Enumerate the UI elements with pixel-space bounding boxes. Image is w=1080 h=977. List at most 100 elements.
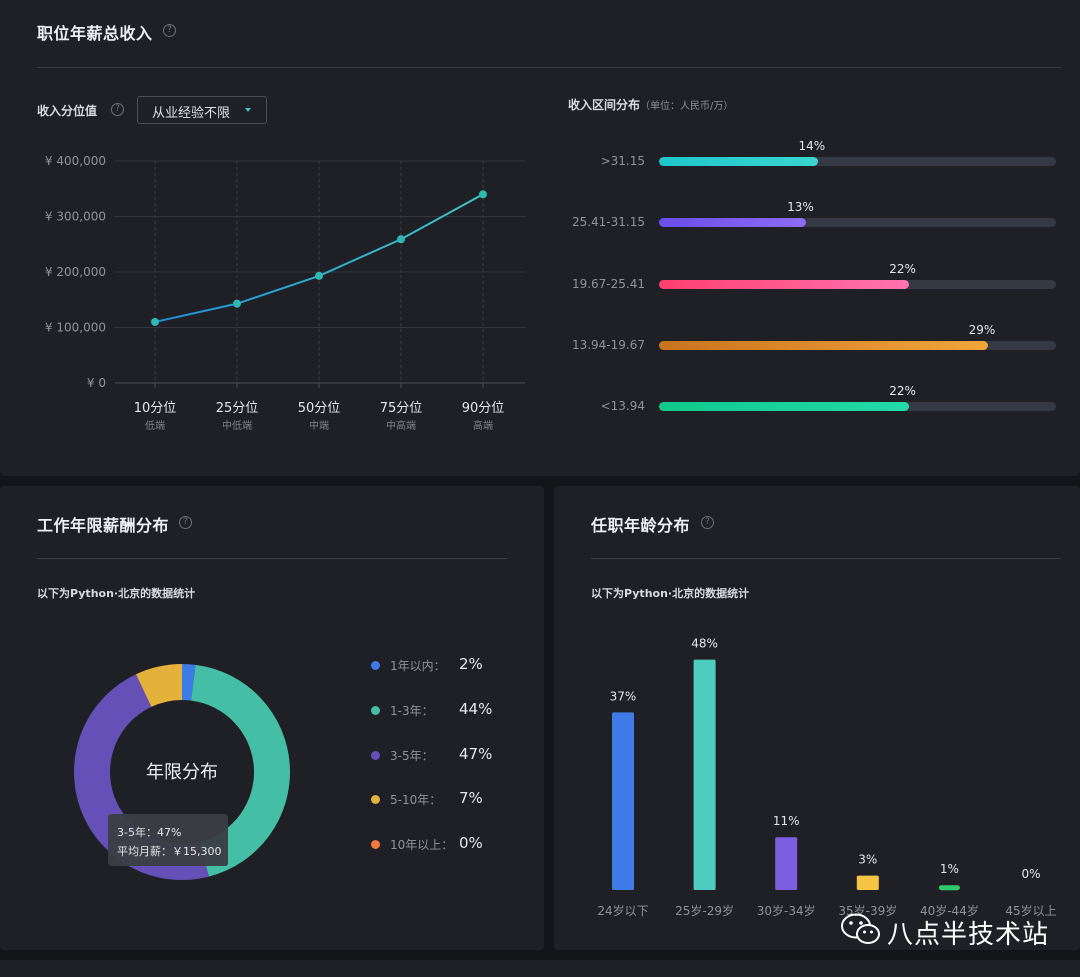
- panel-title: 职位年薪总收入: [37, 24, 153, 43]
- range-value-label: 14%: [798, 139, 826, 153]
- range-title: 收入区间分布（单位：人民币/万）: [568, 96, 733, 113]
- legend-item: 3-5年： 47%: [371, 745, 511, 765]
- bar-value-label: 1%: [940, 862, 959, 876]
- bar-value-label: 3%: [858, 853, 877, 867]
- x-tick-label: 10分位: [134, 401, 177, 416]
- range-bar: [659, 157, 818, 166]
- watermark-text: 八点半技术站: [887, 920, 1050, 950]
- range-value-label: 29%: [968, 322, 996, 337]
- tooltip-line: 3-5年：47%: [117, 826, 182, 839]
- range-bar: [659, 218, 807, 228]
- legend-item: 10年以上： 0%: [371, 834, 511, 854]
- panel-title: 任职年龄分布: [591, 516, 691, 535]
- legend-name: 10年以上：: [390, 838, 454, 853]
- percentile-label: 收入分位值: [37, 104, 98, 118]
- next-panel-edge: [0, 960, 1080, 977]
- range-bar: [659, 279, 909, 289]
- experience-filter-dropdown[interactable]: 从业经验不限: [137, 96, 267, 124]
- range-track: [659, 402, 1056, 412]
- legend-dot: [371, 795, 380, 805]
- legend-item: 1-3年： 44%: [371, 700, 511, 720]
- x-sub-label: 中高端: [386, 419, 416, 432]
- data-point: [315, 271, 323, 280]
- help-icon[interactable]: ?: [179, 516, 192, 529]
- caret-down-icon: [245, 108, 251, 112]
- legend-value: 2%: [459, 655, 483, 673]
- y-tick-label: ¥ 400,000: [45, 154, 106, 168]
- legend-value: 7%: [459, 789, 483, 808]
- x-tick-label: 25岁-29岁: [675, 903, 734, 918]
- data-point: [233, 299, 241, 308]
- bar-value-label: 11%: [773, 814, 800, 828]
- x-tick-label: 90分位: [462, 401, 505, 416]
- divider: [591, 558, 1061, 559]
- y-tick-label: ¥ 300,000: [45, 210, 106, 224]
- legend-dot: [371, 661, 380, 670]
- data-point: [397, 235, 405, 244]
- legend-value: 0%: [459, 834, 483, 853]
- help-icon[interactable]: ?: [111, 103, 124, 116]
- bar-value-label: 37%: [610, 689, 637, 703]
- legend-value: 47%: [459, 744, 493, 763]
- legend-dot: [371, 840, 380, 850]
- legend-item: 1年以内： 2%: [371, 655, 511, 675]
- percentile-line-chart: ¥ 0 ¥ 100,000 ¥ 200,000 ¥ 300,000 ¥ 400,000 1…: [45, 154, 525, 432]
- range-value-label: 22%: [889, 261, 916, 276]
- help-icon[interactable]: ?: [701, 516, 714, 529]
- range-track: [659, 340, 1056, 350]
- range-track: [659, 157, 1056, 166]
- income-range-chart: >31.15 14% 25.41-31.15 13% 19.67-25.41 22% 13.…: [555, 135, 1065, 425]
- x-tick-label: 75分位: [380, 401, 423, 416]
- range-value-label: 13%: [787, 200, 814, 215]
- x-sub-label: 高端: [473, 419, 493, 432]
- range-track: [659, 218, 1056, 228]
- age-bar: [938, 885, 960, 891]
- x-sub-label: 中端: [309, 419, 329, 432]
- x-sub-label: 低端: [145, 419, 165, 432]
- divider: [37, 67, 1061, 68]
- tooltip-line: 平均月薪：￥15,300: [117, 845, 222, 858]
- legend-name: 1-3年：: [390, 703, 434, 718]
- range-label: >31.15: [600, 154, 645, 168]
- donut-center-label: 年限分布: [146, 762, 218, 783]
- x-tick-label: 25分位: [216, 401, 259, 416]
- watermark: 八点半技术站: [840, 912, 1048, 950]
- age-bar: [612, 712, 634, 890]
- y-tick-label: ¥ 100,000: [45, 321, 106, 335]
- age-bar: [693, 659, 716, 890]
- y-tick-label: ¥ 0: [87, 376, 106, 390]
- age-bar: [856, 875, 879, 890]
- data-point: [151, 317, 159, 326]
- bar-value-label: 48%: [691, 637, 718, 651]
- range-unit: （单位：人民币/万）: [640, 101, 734, 112]
- range-title-text: 收入区间分布: [568, 98, 641, 112]
- bar-value-label: 0%: [1021, 867, 1040, 881]
- y-tick-label: ¥ 200,000: [45, 265, 106, 279]
- range-bar: [659, 340, 988, 350]
- stats-note: 以下为Python·北京的数据统计: [591, 587, 750, 600]
- legend-name: 1年以内：: [390, 659, 446, 673]
- x-tick-label: 30岁-34岁: [757, 903, 816, 918]
- legend-item: 5-10年： 7%: [371, 789, 511, 809]
- stats-note: 以下为Python·北京的数据统计: [37, 587, 196, 600]
- range-bar: [659, 402, 909, 412]
- legend-dot: [371, 750, 380, 760]
- divider: [37, 558, 507, 559]
- salary-panel: 职位年薪总收入 ? 收入分位值 ? 从业经验不限 ¥ 0 ¥ 100,000 ¥ 2…: [0, 0, 1080, 476]
- age-bar: [775, 837, 798, 890]
- data-point: [479, 190, 487, 199]
- x-tick-label: 50分位: [298, 401, 341, 416]
- age-bar-chart: 37%24岁以下48%25岁-29岁11%30岁-34岁3%35岁-39岁1%4…: [597, 637, 1056, 918]
- help-icon[interactable]: ?: [163, 24, 176, 37]
- wechat-icon: [841, 913, 880, 944]
- range-label: <13.94: [600, 399, 645, 414]
- range-value-label: 22%: [889, 384, 916, 399]
- legend-name: 3-5年：: [390, 748, 434, 763]
- range-track: [659, 279, 1056, 289]
- range-label: 25.41-31.15: [571, 215, 645, 230]
- range-label: 13.94-19.67: [571, 337, 645, 352]
- legend-dot: [371, 705, 380, 715]
- legend-name: 5-10年：: [390, 793, 442, 808]
- donut-tooltip: 3-5年：47% 平均月薪：￥15,300: [108, 814, 228, 866]
- range-label: 19.67-25.41: [571, 276, 645, 291]
